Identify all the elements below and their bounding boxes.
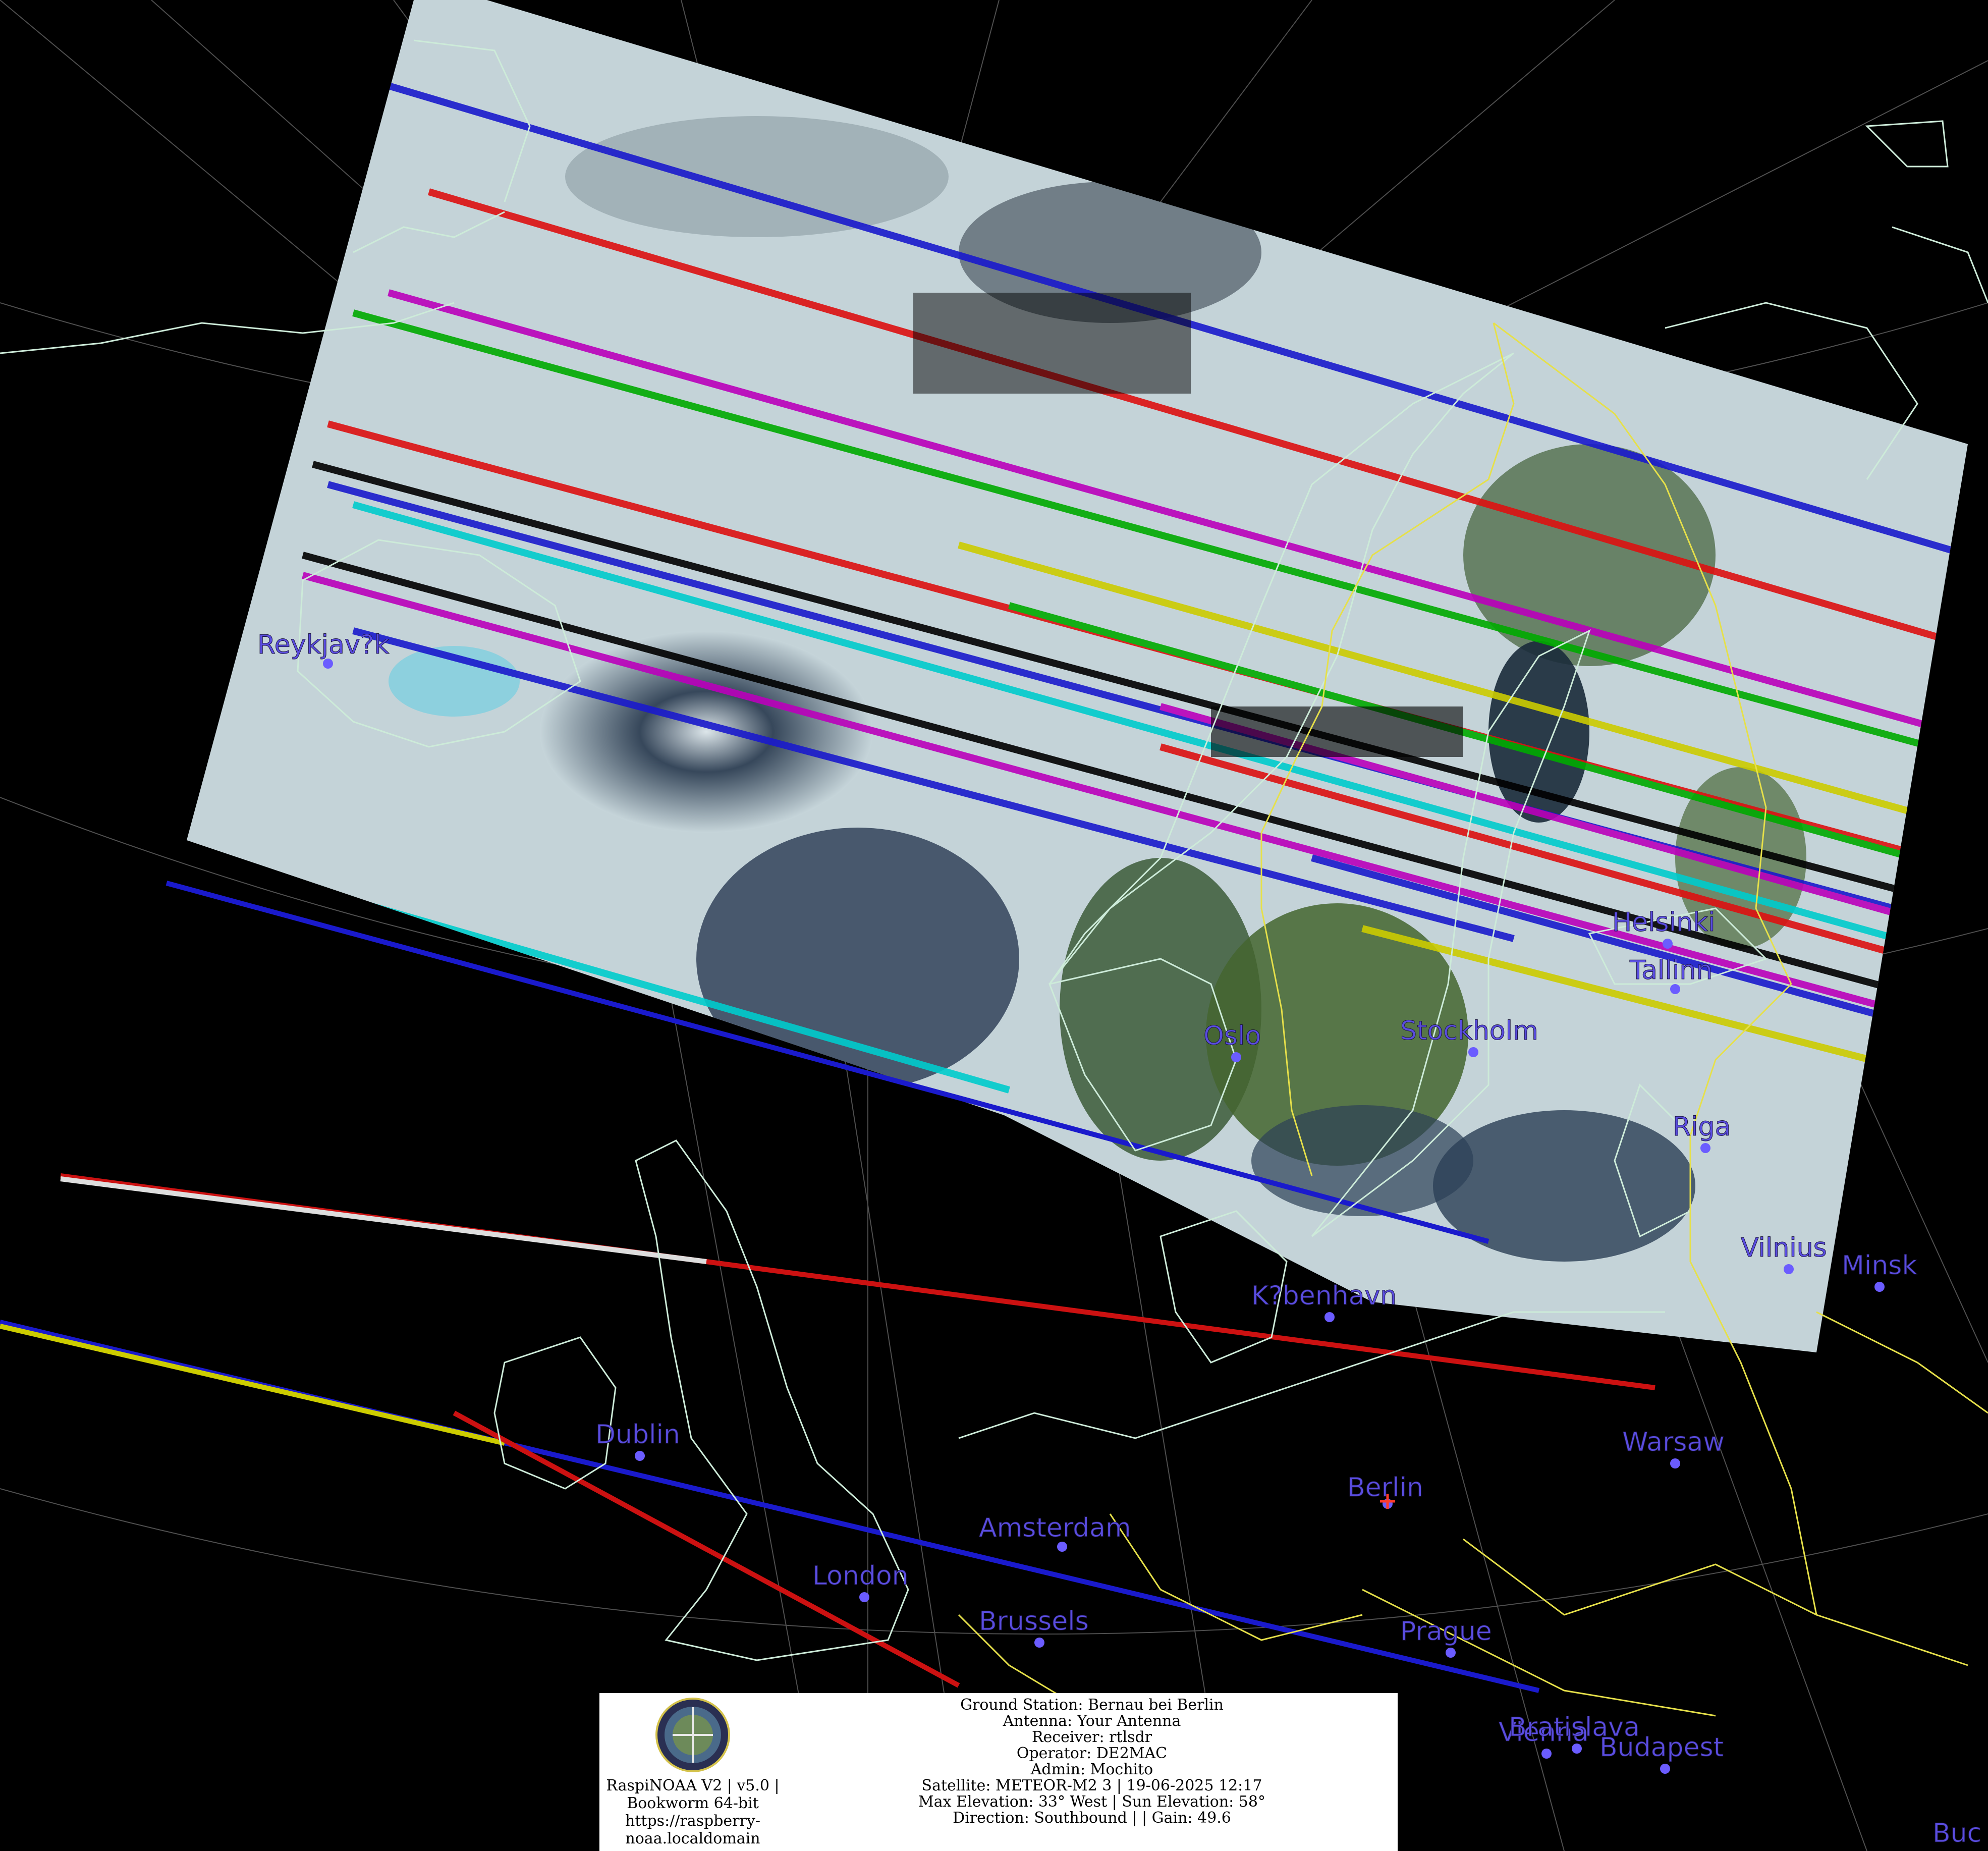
svg-text:Warsaw: Warsaw xyxy=(1622,1427,1725,1457)
svg-text:K?benhavn: K?benhavn xyxy=(1251,1281,1397,1311)
svg-text:Brussels: Brussels xyxy=(979,1606,1089,1637)
station-line: Admin: Mochito xyxy=(1030,1761,1153,1778)
system-line: https://raspberry- xyxy=(625,1812,760,1830)
station-line: Ground Station: Bernau bei Berlin xyxy=(960,1696,1224,1714)
system-info: RaspiNOAA V2 | v5.0 | Bookworm 64-bit ht… xyxy=(606,1777,779,1847)
system-line: noaa.localdomain xyxy=(625,1830,760,1847)
svg-text:Vilnius: Vilnius xyxy=(1741,1233,1827,1263)
city-buc: Buc xyxy=(1932,1818,1982,1849)
station-line: Direction: Southbound | | Gain: 49.6 xyxy=(953,1809,1231,1827)
svg-text:Dublin: Dublin xyxy=(595,1420,680,1450)
city-warsaw: Warsaw xyxy=(1622,1427,1725,1468)
svg-text:Reykjav?k: Reykjav?k xyxy=(257,630,389,660)
station-line: Operator: DE2MAC xyxy=(1016,1745,1168,1762)
city-minsk: Minsk xyxy=(1842,1250,1917,1292)
raspinoaa-logo-icon xyxy=(655,1698,730,1772)
svg-text:Stockholm: Stockholm xyxy=(1400,1016,1538,1046)
city-amsterdam: Amsterdam xyxy=(979,1513,1131,1552)
system-line: Bookworm 64-bit xyxy=(627,1794,759,1812)
svg-text:Oslo: Oslo xyxy=(1203,1021,1261,1051)
svg-text:Tallinn: Tallinn xyxy=(1629,955,1713,986)
station-line: Satellite: METEOR-M2 3 | 19-06-2025 12:1… xyxy=(921,1777,1262,1794)
station-line: Receiver: rtlsdr xyxy=(1031,1728,1152,1746)
svg-text:Riga: Riga xyxy=(1673,1112,1731,1142)
svg-text:Amsterdam: Amsterdam xyxy=(979,1513,1131,1543)
city-dublin: Dublin xyxy=(595,1420,680,1461)
station-details: Ground Station: Bernau bei Berlin Antenn… xyxy=(786,1693,1398,1851)
city-berlin: Berlin xyxy=(1347,1473,1423,1509)
city-budapest: Budapest xyxy=(1599,1732,1724,1774)
city-prague: Prague xyxy=(1400,1616,1492,1658)
system-line: RaspiNOAA V2 | v5.0 | xyxy=(606,1777,780,1794)
city-brussels: Brussels xyxy=(979,1606,1089,1648)
satellite-map: Reykjav?k Helsinki Tallinn Oslo Stockhol… xyxy=(0,0,1988,1851)
station-line: Max Elevation: 33° West | Sun Elevation:… xyxy=(918,1793,1265,1811)
svg-text:Prague: Prague xyxy=(1400,1616,1492,1647)
ground-station-info: RaspiNOAA V2 | v5.0 | Bookworm 64-bit ht… xyxy=(599,1693,1398,1851)
city-london: London xyxy=(812,1561,909,1602)
svg-text:Berlin: Berlin xyxy=(1347,1473,1423,1503)
svg-text:Budapest: Budapest xyxy=(1599,1732,1724,1763)
svg-text:London: London xyxy=(812,1561,909,1591)
city-kobenhavn: K?benhavn xyxy=(1251,1281,1397,1322)
svg-text:Helsinki: Helsinki xyxy=(1612,907,1716,938)
svg-text:Buc: Buc xyxy=(1932,1818,1981,1848)
svg-text:Minsk: Minsk xyxy=(1842,1250,1917,1281)
logo-column: RaspiNOAA V2 | v5.0 | Bookworm 64-bit ht… xyxy=(599,1693,786,1851)
station-line: Antenna: Your Antenna xyxy=(1003,1712,1181,1730)
